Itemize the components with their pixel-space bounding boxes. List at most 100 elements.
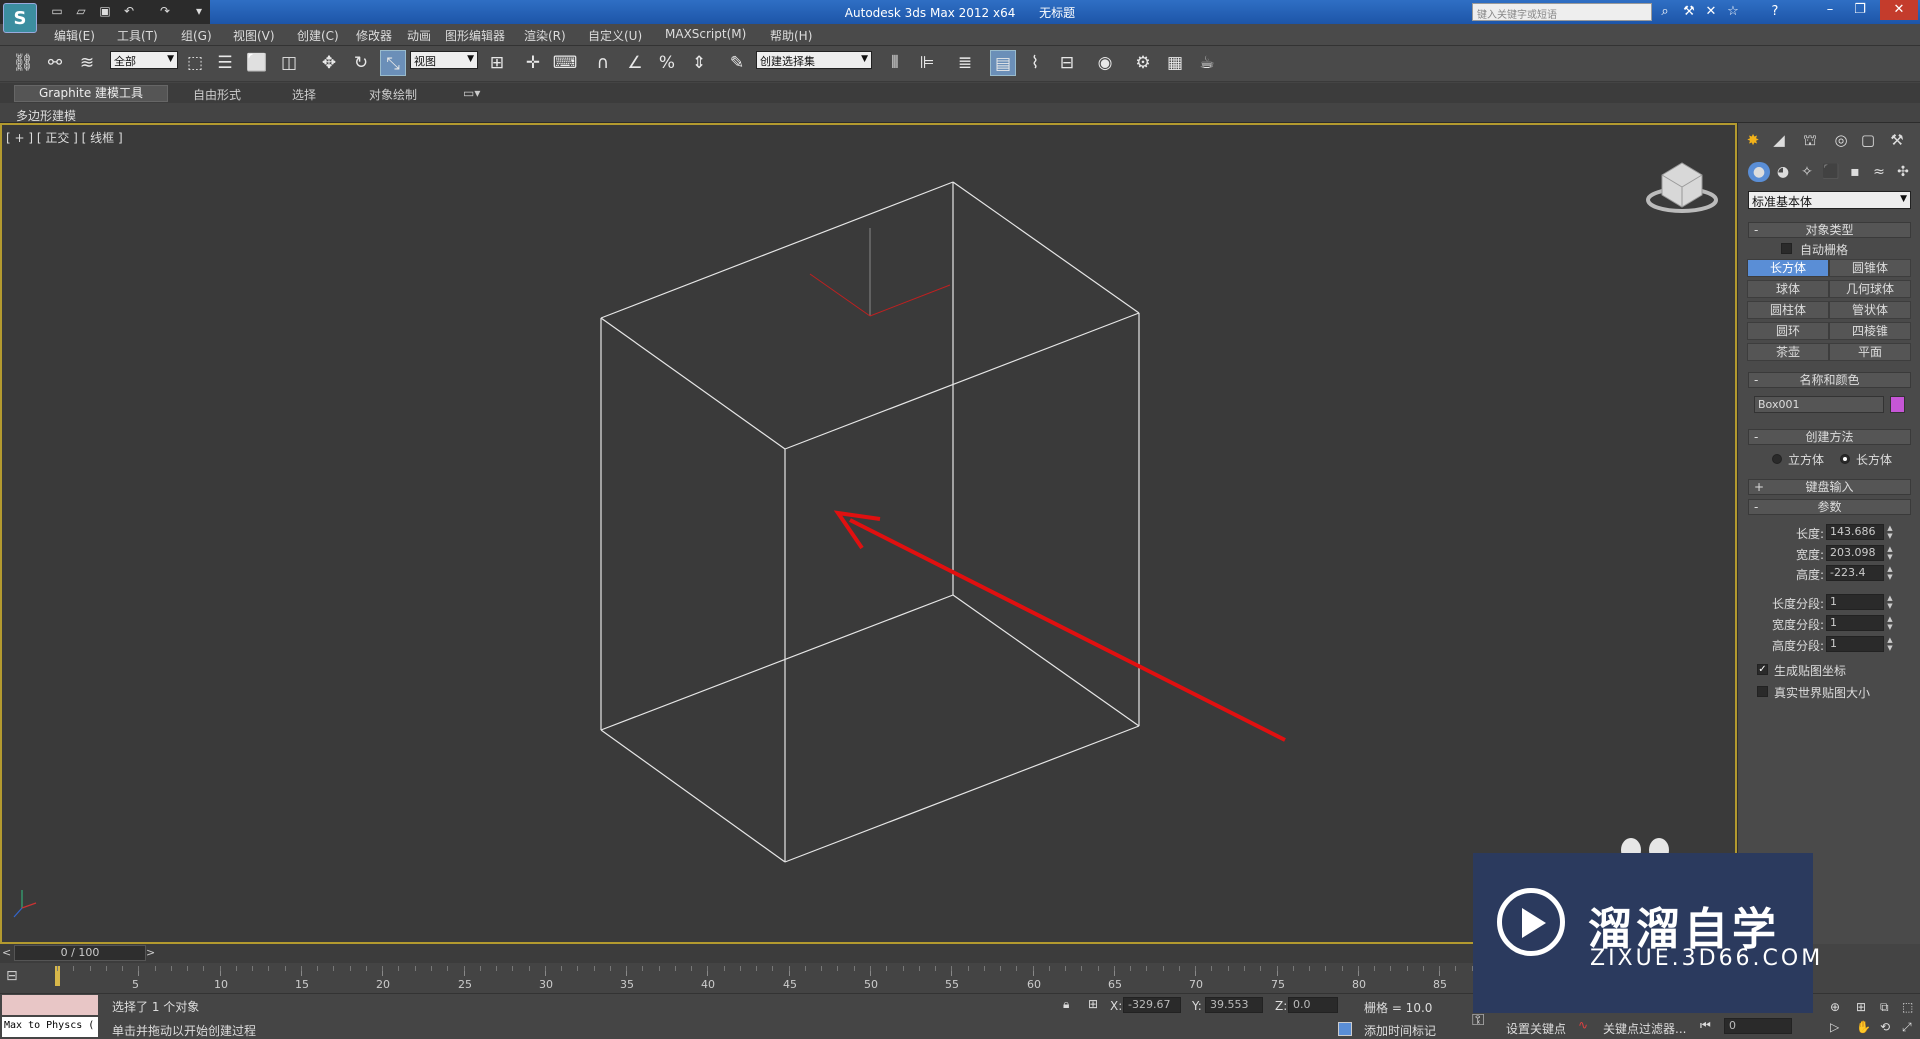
polygon-modeling-label[interactable]: 多边形建模: [16, 107, 76, 124]
open-file-icon[interactable]: ▱: [74, 4, 88, 18]
favorites-star-icon[interactable]: ☆: [1724, 3, 1742, 21]
schematic-view-icon[interactable]: ⊟: [1054, 50, 1080, 76]
key-filter-curve-icon[interactable]: ∿: [1578, 1018, 1588, 1032]
cube-radio[interactable]: [1772, 454, 1782, 464]
key-filters-button[interactable]: 关键点过滤器...: [1603, 1020, 1686, 1037]
menu-animation[interactable]: 动画: [407, 27, 431, 44]
cameras-icon[interactable]: ⬛: [1820, 162, 1842, 182]
named-selection-dropdown[interactable]: 创建选择集: [756, 51, 872, 69]
height-segs-arrows[interactable]: ▲ ▼: [1886, 636, 1894, 652]
x-coordinate-field[interactable]: -329.67: [1123, 997, 1181, 1013]
zoom-all-icon[interactable]: ⊞: [1856, 1000, 1866, 1014]
modify-panel-icon[interactable]: ◢: [1768, 130, 1790, 150]
edit-named-selection-icon[interactable]: ✎: [724, 50, 750, 76]
new-file-icon[interactable]: ▭: [50, 4, 64, 18]
align-icon[interactable]: ⊫: [914, 50, 940, 76]
tube-button[interactable]: 管状体: [1829, 301, 1911, 319]
zoom-extents-all-icon[interactable]: ⬚: [1902, 1000, 1913, 1014]
select-and-link-icon[interactable]: ⛓: [10, 50, 36, 76]
undo-icon[interactable]: ↶: [122, 4, 136, 18]
field-of-view-icon[interactable]: ▷: [1830, 1020, 1839, 1034]
absolute-mode-icon[interactable]: ⊞: [1088, 997, 1098, 1011]
cone-button[interactable]: 圆锥体: [1829, 259, 1911, 277]
menu-help[interactable]: 帮助(H): [770, 27, 812, 44]
search-input[interactable]: 键入关键字或短语: [1472, 3, 1652, 21]
width-spinner[interactable]: 203.098: [1826, 545, 1884, 561]
create-panel-icon[interactable]: ✸: [1742, 130, 1764, 150]
render-setup-icon[interactable]: ⚙: [1130, 50, 1156, 76]
geosphere-button[interactable]: 几何球体: [1829, 280, 1911, 298]
tab-object-paint[interactable]: 对象绘制: [369, 86, 417, 103]
rollout-name-color[interactable]: - 名称和颜色: [1748, 372, 1911, 388]
helpers-icon[interactable]: ▪: [1844, 162, 1866, 182]
zoom-icon[interactable]: ⊕: [1830, 1000, 1840, 1014]
selection-filter-dropdown[interactable]: 全部: [110, 51, 178, 69]
lights-icon[interactable]: ✧: [1796, 162, 1818, 182]
length-spinner[interactable]: 143.686: [1826, 524, 1884, 540]
z-coordinate-field[interactable]: 0.0: [1288, 997, 1338, 1013]
sphere-button[interactable]: 球体: [1747, 280, 1829, 298]
utilities-panel-icon[interactable]: ⚒: [1886, 130, 1908, 150]
keyboard-shortcut-override-icon[interactable]: ⌨: [552, 50, 578, 76]
save-icon[interactable]: ▣: [98, 4, 112, 18]
length-spinner-arrows[interactable]: ▲ ▼: [1886, 524, 1894, 540]
go-to-start-icon[interactable]: ⏮: [1700, 1018, 1711, 1033]
snaps-toggle-icon[interactable]: ∩: [590, 50, 616, 76]
length-segs-arrows[interactable]: ▲ ▼: [1886, 594, 1894, 610]
systems-icon[interactable]: ✣: [1892, 162, 1914, 182]
add-time-tag[interactable]: 添加时间标记: [1364, 1022, 1436, 1039]
rollout-parameters[interactable]: - 参数: [1748, 499, 1911, 515]
primitive-category-dropdown[interactable]: 标准基本体: [1748, 191, 1911, 209]
rotate-icon[interactable]: ↻: [348, 50, 374, 76]
box-button[interactable]: 长方体: [1747, 259, 1829, 277]
current-frame-field[interactable]: 0: [1724, 1018, 1792, 1034]
redo-icon[interactable]: ↷: [158, 4, 172, 18]
time-slider-thumb[interactable]: 0 / 100: [14, 945, 146, 961]
lock-selection-icon[interactable]: 🔒︎: [1063, 997, 1069, 1012]
help-icon[interactable]: ?: [1766, 3, 1784, 21]
length-segs-spinner[interactable]: 1: [1826, 594, 1884, 610]
select-object-icon[interactable]: ⬚: [182, 50, 208, 76]
set-key-button[interactable]: 设置关键点: [1506, 1020, 1566, 1037]
menu-views[interactable]: 视图(V): [233, 27, 275, 44]
orbit-icon[interactable]: ⟲: [1880, 1020, 1890, 1034]
select-by-name-icon[interactable]: ☰: [212, 50, 238, 76]
hierarchy-panel-icon[interactable]: ⛫: [1799, 130, 1821, 150]
display-panel-icon[interactable]: ▢: [1857, 130, 1879, 150]
bind-space-warp-icon[interactable]: ≋: [74, 50, 100, 76]
pan-view-icon[interactable]: ✋: [1856, 1020, 1871, 1034]
spinner-snap-icon[interactable]: ⇕: [686, 50, 712, 76]
menu-customize[interactable]: 自定义(U): [588, 27, 642, 44]
zoom-extents-icon[interactable]: ⧉: [1880, 1000, 1889, 1015]
menu-rendering[interactable]: 渲染(R): [524, 27, 566, 44]
scale-icon[interactable]: ⤡: [380, 50, 406, 76]
app-menu-logo-icon[interactable]: S: [3, 3, 37, 33]
teapot-button[interactable]: 茶壶: [1747, 343, 1829, 361]
graphite-modeling-tools-icon[interactable]: ▤: [990, 50, 1016, 76]
rectangular-selection-icon[interactable]: ⬜: [244, 50, 270, 76]
percent-snap-icon[interactable]: %: [654, 50, 680, 76]
cylinder-button[interactable]: 圆柱体: [1747, 301, 1829, 319]
geometry-icon[interactable]: ●: [1748, 162, 1770, 182]
angle-snap-icon[interactable]: ∠: [622, 50, 648, 76]
window-crossing-icon[interactable]: ◫: [276, 50, 302, 76]
object-color-swatch[interactable]: [1890, 396, 1905, 413]
menu-group[interactable]: 组(G): [181, 27, 212, 44]
curve-editor-icon[interactable]: ⌇: [1022, 50, 1048, 76]
tab-freeform[interactable]: 自由形式: [193, 86, 241, 103]
maximize-button[interactable]: ❐: [1846, 0, 1874, 20]
ribbon-options-icon[interactable]: ▭▾: [463, 86, 480, 100]
generate-mapping-checkbox[interactable]: ✓: [1757, 664, 1768, 675]
rollout-keyboard-entry[interactable]: + 键盘输入: [1748, 479, 1911, 495]
time-tag-icon[interactable]: [1338, 1022, 1352, 1036]
move-icon[interactable]: ✥: [316, 50, 342, 76]
real-world-map-checkbox[interactable]: [1757, 686, 1768, 697]
set-key-icon[interactable]: ⚿: [1472, 1010, 1484, 1030]
autogrid-checkbox[interactable]: [1781, 243, 1792, 254]
rendered-frame-window-icon[interactable]: ▦: [1162, 50, 1188, 76]
render-production-icon[interactable]: ☕: [1194, 50, 1220, 76]
close-button[interactable]: ✕: [1880, 0, 1918, 20]
rollout-creation-method[interactable]: - 创建方法: [1748, 429, 1911, 445]
torus-button[interactable]: 圆环: [1747, 322, 1829, 340]
layer-manager-icon[interactable]: ≣: [952, 50, 978, 76]
